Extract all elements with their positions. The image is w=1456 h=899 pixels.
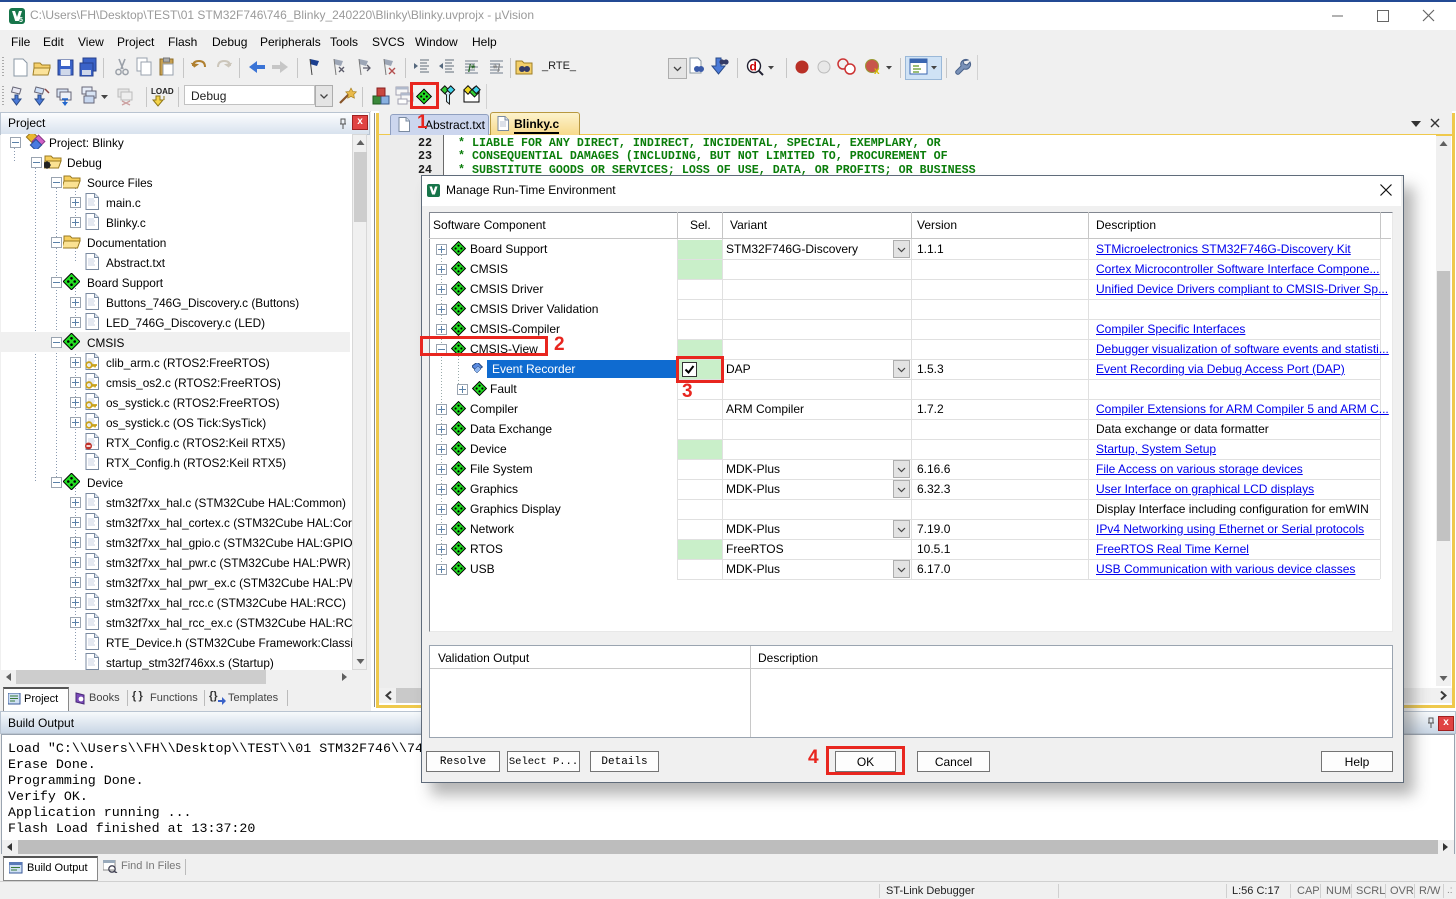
svg-text:x: x [874,66,880,77]
svg-text:/*: /* [468,63,476,75]
svg-text:5: 5 [19,17,23,24]
svg-text:*/: */ [493,63,500,75]
svg-text:d: d [750,60,757,74]
svg-text:LOAD: LOAD [151,87,174,96]
